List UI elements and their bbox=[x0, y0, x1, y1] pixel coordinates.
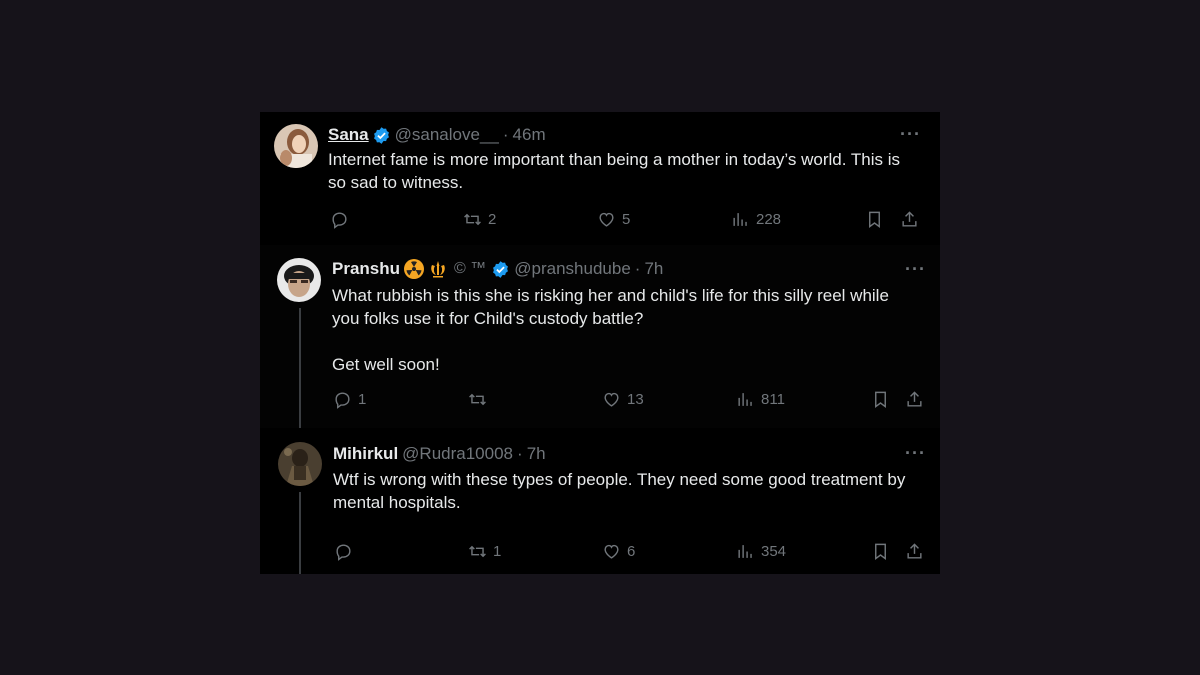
views-chart-icon bbox=[736, 390, 755, 409]
share-button[interactable] bbox=[905, 390, 924, 409]
thread-line bbox=[299, 308, 301, 428]
thread-line bbox=[299, 492, 301, 574]
heart-icon bbox=[597, 210, 616, 229]
verified-badge-icon bbox=[373, 126, 389, 144]
retweet-icon bbox=[463, 210, 482, 229]
like-count: 5 bbox=[622, 211, 631, 228]
user-handle[interactable]: @pranshudube bbox=[514, 259, 631, 279]
share-button[interactable] bbox=[905, 542, 924, 561]
share-icon bbox=[900, 210, 919, 229]
more-options-icon[interactable]: ··· bbox=[905, 443, 926, 464]
like-button[interactable]: 6 bbox=[602, 542, 635, 561]
bookmark-button[interactable] bbox=[871, 542, 890, 561]
like-button[interactable]: 13 bbox=[602, 390, 644, 409]
reply-icon bbox=[330, 210, 349, 229]
share-icon bbox=[905, 390, 924, 409]
more-options-icon[interactable]: ··· bbox=[905, 259, 926, 280]
reply-button[interactable]: 1 bbox=[333, 390, 366, 409]
bookmark-button[interactable] bbox=[871, 390, 890, 409]
like-count: 13 bbox=[627, 391, 644, 408]
tweet-text: Internet fame is more important than bei… bbox=[328, 150, 905, 192]
like-count: 6 bbox=[627, 543, 636, 560]
view-count: 811 bbox=[761, 391, 785, 408]
timestamp[interactable]: 7h bbox=[527, 444, 546, 464]
retweet-count: 2 bbox=[488, 211, 497, 228]
reply-button[interactable] bbox=[334, 542, 359, 561]
separator-dot: · bbox=[634, 259, 641, 278]
retweet-button[interactable] bbox=[468, 390, 493, 409]
heart-icon bbox=[602, 542, 621, 561]
timestamp[interactable]: 7h bbox=[644, 259, 663, 279]
display-name[interactable]: Pranshu bbox=[332, 259, 400, 279]
views-chart-icon bbox=[736, 542, 755, 561]
retweet-icon bbox=[468, 390, 487, 409]
views-button[interactable]: 354 bbox=[736, 542, 786, 561]
like-button[interactable]: 5 bbox=[597, 210, 630, 229]
user-handle[interactable]: @Rudra10008 bbox=[402, 444, 513, 464]
avatar[interactable] bbox=[277, 258, 321, 302]
tweet-text: What rubbish is this she is risking her … bbox=[332, 286, 889, 374]
reply-count: 1 bbox=[358, 391, 367, 408]
heart-icon bbox=[602, 390, 621, 409]
khanda-emoji-icon bbox=[428, 259, 448, 279]
retweet-count: 1 bbox=[493, 543, 502, 560]
tweet-header: Mihirkul @Rudra10008 · 7h bbox=[333, 443, 546, 465]
separator-dot: · bbox=[517, 444, 523, 463]
view-count: 354 bbox=[761, 543, 787, 560]
user-handle[interactable]: @sanalove__ bbox=[395, 125, 499, 145]
reply-button[interactable] bbox=[330, 210, 355, 229]
separator-dot: · bbox=[502, 125, 509, 144]
display-name[interactable]: Mihirkul bbox=[333, 444, 398, 464]
views-chart-icon bbox=[731, 210, 750, 229]
copyright-symbol: © ™ bbox=[454, 260, 487, 277]
display-name[interactable]: Sana bbox=[328, 125, 369, 145]
more-options-icon[interactable]: ··· bbox=[900, 124, 921, 145]
views-button[interactable]: 228 bbox=[731, 210, 781, 229]
avatar[interactable] bbox=[278, 442, 322, 486]
share-button[interactable] bbox=[900, 210, 919, 229]
bookmark-icon bbox=[871, 390, 890, 409]
timestamp[interactable]: 46m bbox=[513, 125, 546, 145]
tweet-header: Sana @sanalove__ · 46m bbox=[328, 124, 546, 146]
tweet-sana[interactable]: Sana @sanalove__ · 46m ··· Internet fame… bbox=[260, 112, 940, 245]
verified-badge-icon bbox=[493, 260, 509, 278]
retweet-icon bbox=[468, 542, 487, 561]
share-icon bbox=[905, 542, 924, 561]
view-count: 228 bbox=[756, 211, 782, 228]
avatar[interactable] bbox=[274, 124, 318, 168]
bookmark-icon bbox=[871, 542, 890, 561]
tweet-text: Wtf is wrong with these types of people.… bbox=[333, 470, 911, 512]
views-button[interactable]: 811 bbox=[736, 390, 785, 409]
radioactive-emoji-icon bbox=[404, 259, 425, 279]
reply-icon bbox=[333, 390, 352, 409]
bookmark-icon bbox=[865, 210, 884, 229]
retweet-button[interactable]: 2 bbox=[463, 210, 496, 229]
tweet-pranshu[interactable]: Pranshu © ™ @pranshudube · 7h ··· What r… bbox=[260, 245, 940, 428]
bookmark-button[interactable] bbox=[865, 210, 884, 229]
reply-icon bbox=[334, 542, 353, 561]
retweet-button[interactable]: 1 bbox=[468, 542, 501, 561]
tweet-header: Pranshu © ™ @pranshudube · 7h bbox=[332, 258, 663, 280]
tweet-mihirkul[interactable]: Mihirkul @Rudra10008 · 7h ··· Wtf is wro… bbox=[260, 428, 940, 574]
